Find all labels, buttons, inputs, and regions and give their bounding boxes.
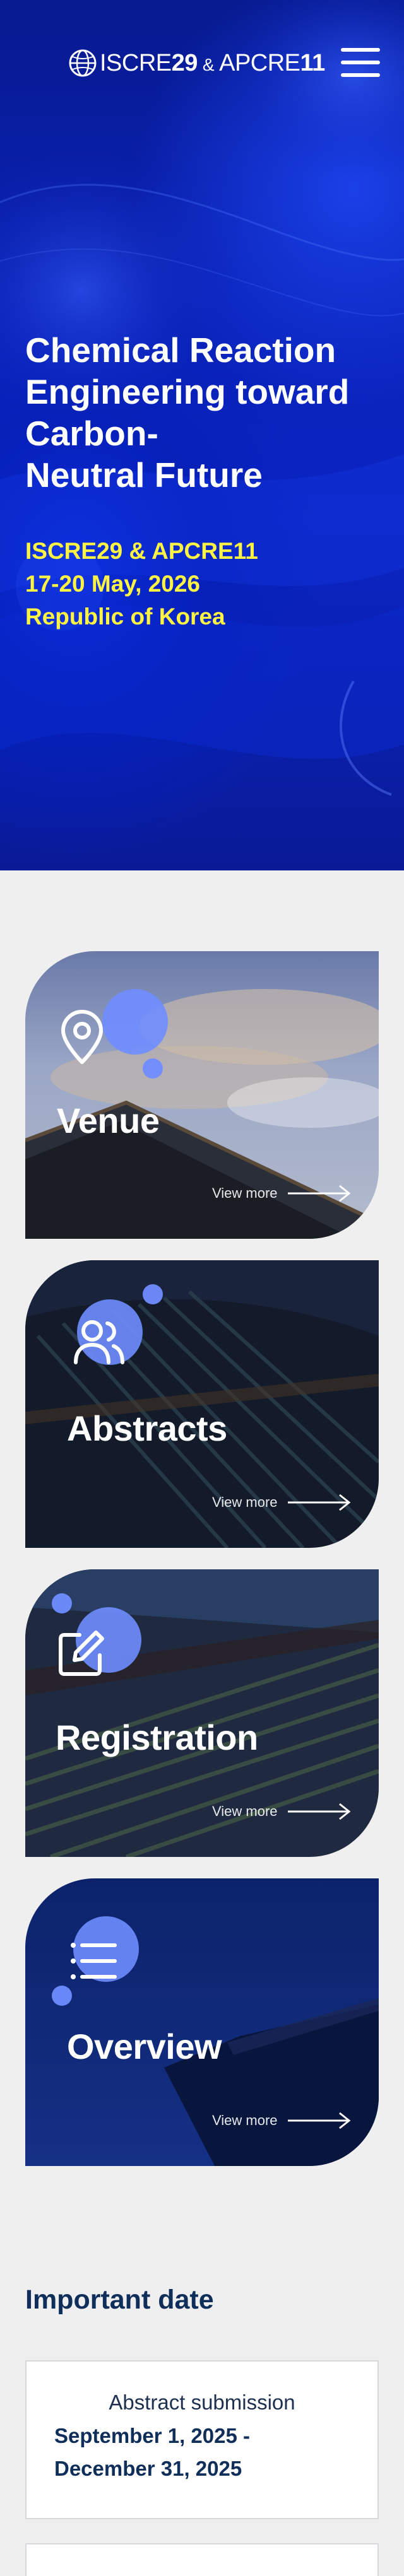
view-more-label: View more: [212, 2112, 278, 2128]
abstracts-view-more-link[interactable]: View more: [212, 1490, 351, 1515]
hamburger-menu-icon[interactable]: [341, 48, 380, 77]
abstracts-card-title: Abstracts: [67, 1408, 227, 1448]
decor-circle-large: [102, 989, 168, 1055]
hero-title-line: Neutral Future: [25, 455, 263, 495]
decor-circle-small: [52, 1593, 72, 1613]
site-logo[interactable]: ISCRE29 & APCRE11: [68, 45, 325, 81]
event-dates: 17-20 May, 2026: [25, 571, 201, 597]
list-icon: [71, 1943, 117, 1979]
date-card-label: Abstract submission: [109, 2391, 295, 2414]
hero-title-line: Engineering toward: [25, 372, 350, 411]
view-more-label: View more: [212, 1803, 278, 1819]
logo-part2: APCRE: [219, 49, 300, 76]
event-name: ISCRE29 & APCRE11: [25, 538, 258, 564]
edit-icon: [59, 1630, 104, 1676]
logo-text: ISCRE29 & APCRE11: [100, 50, 325, 77]
hero-title-line: Carbon-: [25, 414, 158, 453]
venue-view-more-link[interactable]: View more: [212, 1181, 351, 1206]
decor-circle-small: [143, 1058, 163, 1079]
site-header: ISCRE29 & APCRE11: [0, 0, 404, 126]
overview-card[interactable]: Overview View more: [25, 1878, 379, 2166]
arrow-right-icon: [287, 2112, 350, 2129]
decor-circle-small: [52, 1986, 72, 2006]
venue-card-title: Venue: [57, 1101, 160, 1140]
date-card-next: [25, 2543, 379, 2576]
abstracts-card[interactable]: Abstracts View more: [25, 1260, 379, 1548]
logo-amp: &: [202, 54, 215, 74]
hero-title: Chemical Reaction Engineering toward Car…: [25, 329, 379, 496]
registration-view-more-link[interactable]: View more: [212, 1799, 351, 1824]
hero-event-info: ISCRE29 & APCRE11 17-20 May, 2026 Republ…: [25, 535, 258, 633]
decor-circle-small: [143, 1284, 163, 1304]
overview-card-title: Overview: [67, 2027, 222, 2066]
logo-num2: 11: [300, 49, 326, 76]
location-pin-icon: [61, 1010, 103, 1064]
venue-card[interactable]: Venue View more: [25, 951, 379, 1239]
registration-card[interactable]: Registration View more: [25, 1569, 379, 1857]
date-value-line: September 1, 2025 -: [54, 2424, 250, 2447]
important-date-heading: Important date: [25, 2285, 214, 2315]
view-more-label: View more: [212, 1494, 278, 1510]
date-card-value: September 1, 2025 - December 31, 2025: [54, 2420, 250, 2485]
users-icon: [74, 1320, 124, 1364]
hero-banner: ISCRE29 & APCRE11 Chemical Reaction Engine…: [0, 0, 404, 870]
arrow-right-icon: [287, 1494, 350, 1511]
hero-title-line: Chemical Reaction: [25, 331, 336, 370]
date-card-abstract-submission: Abstract submission September 1, 2025 - …: [25, 2360, 379, 2519]
arrow-right-icon: [287, 1803, 350, 1820]
overview-view-more-link[interactable]: View more: [212, 2108, 351, 2133]
registration-card-title: Registration: [56, 1718, 258, 1757]
logo-part1: ISCRE: [100, 49, 172, 76]
globe-icon: [69, 49, 97, 77]
logo-num1: 29: [171, 49, 198, 76]
arrow-right-icon: [287, 1185, 350, 1202]
view-more-label: View more: [212, 1185, 278, 1201]
date-value-line: December 31, 2025: [54, 2457, 242, 2480]
event-location: Republic of Korea: [25, 604, 225, 629]
